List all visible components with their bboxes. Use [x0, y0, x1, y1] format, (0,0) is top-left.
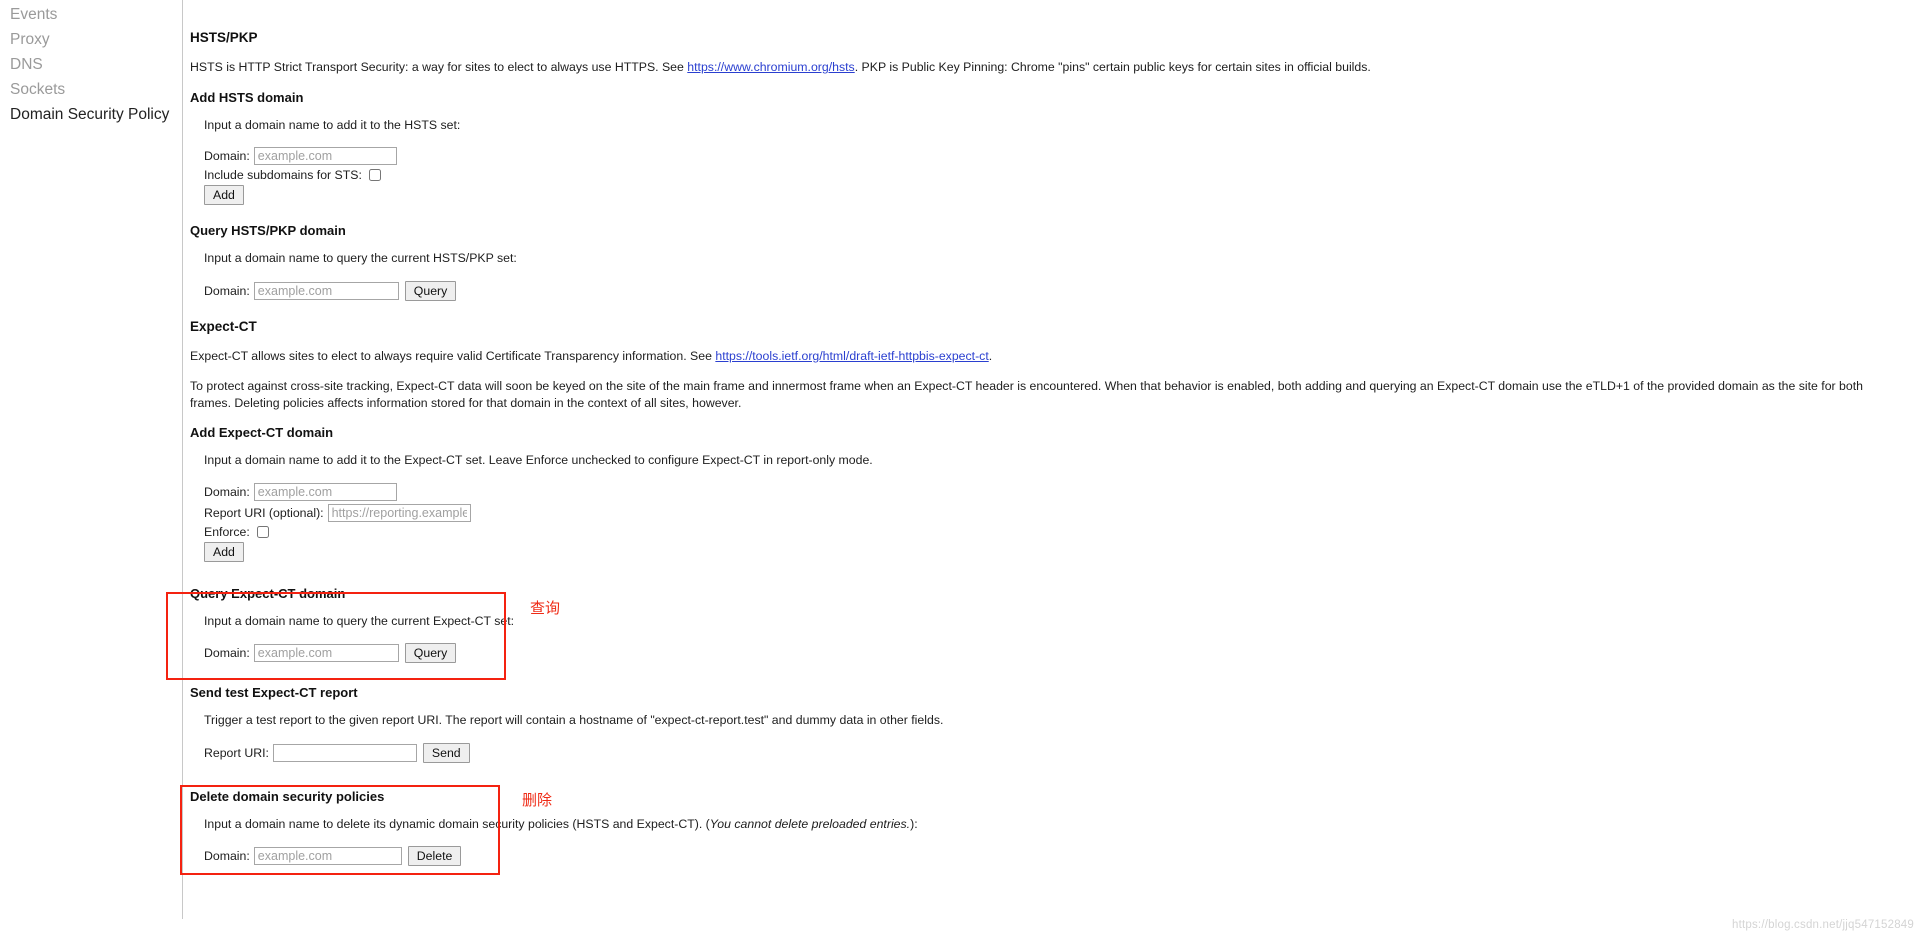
- annotation-label-query: 查询: [530, 599, 561, 617]
- heading-send-test-report: Send test Expect-CT report: [190, 685, 358, 700]
- delete-domain-input[interactable]: [253, 847, 402, 865]
- add-hsts-domain-section: Add HSTS domain Input a domain name to a…: [190, 89, 1920, 205]
- add-expect-ct-enforce-checkbox[interactable]: [256, 525, 269, 538]
- delete-domain-button[interactable]: Delete: [407, 846, 462, 866]
- expect-ct-desc-text-2: .: [988, 348, 993, 363]
- sidebar-divider: [182, 0, 183, 919]
- heading-expect-ct: Expect-CT: [190, 318, 257, 334]
- add-hsts-subdomains-label: Include subdomains for STS:: [204, 168, 362, 182]
- sidebar-item-domain-security-policy[interactable]: Domain Security Policy: [0, 102, 182, 127]
- send-test-report-section: Send test Expect-CT report Trigger a tes…: [190, 681, 1920, 763]
- heading-add-hsts-domain: Add HSTS domain: [190, 89, 304, 105]
- sidebar: Events Proxy DNS Sockets Domain Security…: [0, 0, 182, 937]
- heading-query-expect-ct-domain: Query Expect-CT domain: [190, 585, 346, 601]
- watermark-text: https://blog.csdn.net/jjq547152849: [1732, 919, 1914, 931]
- add-hsts-subdomains-row: Include subdomains for STS:: [204, 168, 1920, 182]
- query-expect-ct-instruction: Input a domain name to query the current…: [204, 613, 515, 628]
- add-expect-ct-domain-input[interactable]: [253, 482, 397, 501]
- send-test-report-button[interactable]: Send: [422, 742, 470, 763]
- annotation-label-delete: 删除: [522, 791, 553, 809]
- send-test-report-uri-row: Report URI: Send: [204, 742, 1920, 763]
- heading-hsts-pkp: HSTS/PKP: [190, 30, 258, 45]
- delete-instruction-italic: You cannot delete preloaded entries.: [709, 816, 911, 831]
- query-hsts-domain-input[interactable]: [253, 281, 399, 300]
- sidebar-item-events[interactable]: Events: [0, 2, 182, 27]
- heading-query-hsts-domain: Query HSTS/PKP domain: [190, 223, 346, 238]
- query-expect-ct-domain-input[interactable]: [253, 644, 399, 662]
- add-expect-ct-button[interactable]: Add: [204, 541, 244, 562]
- add-expect-ct-report-uri-row: Report URI (optional):: [204, 503, 1920, 522]
- add-expect-ct-enforce-row: Enforce:: [204, 525, 1920, 539]
- expect-ct-description: Expect-CT allows sites to elect to alway…: [190, 348, 1890, 365]
- delete-instruction-plain: Input a domain name to delete its dynami…: [204, 816, 710, 831]
- delete-instruction-tail: ):: [910, 816, 918, 831]
- hsts-pkp-description: HSTS is HTTP Strict Transport Security: …: [190, 59, 1890, 76]
- add-expect-ct-domain-label: Domain:: [204, 484, 250, 499]
- add-expect-ct-section: Add Expect-CT domain Input a domain name…: [190, 425, 1920, 562]
- query-expect-ct-button[interactable]: Query: [404, 643, 457, 663]
- query-expect-ct-domain-row: Domain: Query: [204, 643, 1920, 663]
- expect-ct-desc-text-1: Expect-CT allows sites to elect to alway…: [190, 348, 716, 363]
- add-expect-ct-report-uri-input[interactable]: [327, 503, 471, 522]
- delete-policies-section: Delete domain security policies Input a …: [190, 781, 1920, 866]
- add-hsts-domain-input[interactable]: [253, 147, 397, 165]
- add-expect-ct-enforce-label: Enforce:: [204, 524, 250, 539]
- add-hsts-subdomains-checkbox[interactable]: [368, 169, 381, 181]
- send-test-report-uri-input[interactable]: [272, 743, 417, 762]
- add-hsts-button-row: Add: [204, 185, 1920, 205]
- query-hsts-domain-section: Query HSTS/PKP domain Input a domain nam…: [190, 223, 1920, 301]
- query-hsts-button[interactable]: Query: [404, 280, 457, 301]
- expect-ct-draft-link[interactable]: https://tools.ietf.org/html/draft-ietf-h…: [715, 349, 988, 363]
- query-hsts-domain-row: Domain: Query: [204, 280, 1920, 301]
- chromium-hsts-link[interactable]: https://www.chromium.org/hsts: [687, 60, 854, 74]
- query-expect-ct-section: Query Expect-CT domain Input a domain na…: [190, 580, 1920, 663]
- send-test-report-uri-label: Report URI:: [204, 745, 269, 760]
- delete-policies-instruction: Input a domain name to delete its dynami…: [204, 816, 1904, 833]
- delete-domain-label: Domain:: [204, 849, 250, 863]
- query-hsts-instruction: Input a domain name to query the current…: [204, 251, 517, 265]
- sidebar-item-proxy[interactable]: Proxy: [0, 27, 182, 52]
- add-hsts-instruction: Input a domain name to add it to the HST…: [204, 117, 461, 132]
- sidebar-item-sockets[interactable]: Sockets: [0, 77, 182, 102]
- add-expect-ct-domain-row: Domain:: [204, 482, 1920, 501]
- heading-delete-policies: Delete domain security policies: [190, 788, 385, 804]
- main-content: HSTS/PKP HSTS is HTTP Strict Transport S…: [190, 0, 1920, 884]
- heading-add-expect-ct-domain: Add Expect-CT domain: [190, 425, 334, 440]
- delete-domain-row: Domain: Delete: [204, 846, 1920, 866]
- query-hsts-domain-label: Domain:: [204, 283, 250, 298]
- expect-ct-note: To protect against cross-site tracking, …: [190, 379, 1863, 410]
- hsts-desc-text-2: . PKP is Public Key Pinning: Chrome "pin…: [854, 60, 1371, 74]
- add-expect-ct-button-row: Add: [204, 541, 1920, 562]
- sidebar-item-dns[interactable]: DNS: [0, 52, 182, 77]
- add-expect-ct-report-uri-label: Report URI (optional):: [204, 505, 324, 520]
- page-root: Events Proxy DNS Sockets Domain Security…: [0, 0, 1920, 937]
- add-hsts-domain-row: Domain:: [204, 147, 1920, 165]
- query-expect-ct-domain-label: Domain:: [204, 646, 250, 660]
- add-hsts-domain-label: Domain:: [204, 149, 250, 163]
- hsts-desc-text-1: HSTS is HTTP Strict Transport Security: …: [190, 60, 688, 74]
- add-hsts-button[interactable]: Add: [204, 185, 244, 205]
- add-expect-ct-instruction: Input a domain name to add it to the Exp…: [204, 453, 873, 467]
- send-test-report-instruction: Trigger a test report to the given repor…: [204, 713, 944, 727]
